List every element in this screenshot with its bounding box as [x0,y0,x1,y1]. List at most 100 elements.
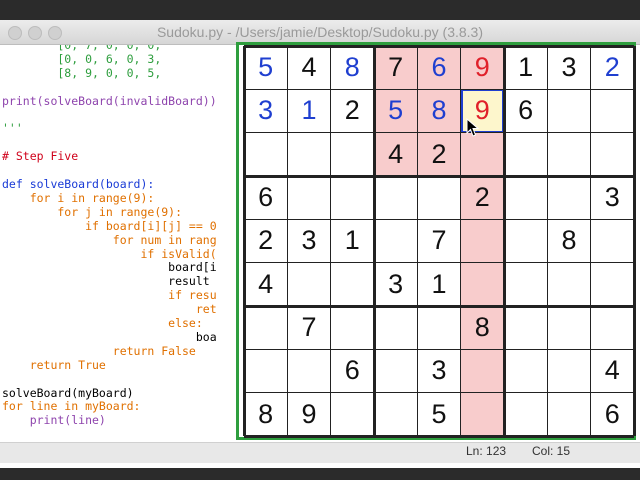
sudoku-cell[interactable] [460,392,504,436]
sudoku-cell[interactable]: 2 [460,176,504,220]
sudoku-cell[interactable]: 3 [417,349,461,393]
grid-line [244,174,634,178]
sudoku-cell[interactable]: 9 [287,392,331,436]
sudoku-cell[interactable] [547,349,591,393]
grid-line [242,46,246,436]
sudoku-cell[interactable]: 4 [287,46,331,90]
sudoku-cell[interactable] [287,132,331,176]
sudoku-cell[interactable] [330,306,374,350]
sudoku-cell[interactable]: 8 [460,306,504,350]
code-line: board[i [2,260,217,275]
sudoku-cell[interactable] [330,392,374,436]
code-line: ''' [2,121,23,136]
sudoku-cell[interactable] [244,349,288,393]
status-bar: Ln: 123 Col: 15 [0,442,640,463]
sudoku-cell[interactable] [590,306,634,350]
sudoku-cell[interactable] [504,176,548,220]
sudoku-cell[interactable]: 2 [330,89,374,133]
sudoku-cell[interactable]: 7 [374,46,418,90]
code-line: return True [2,357,106,372]
sudoku-cell[interactable]: 5 [244,46,288,90]
sudoku-cell[interactable]: 3 [244,89,288,133]
sudoku-cell[interactable]: 6 [330,349,374,393]
sudoku-cell[interactable] [330,262,374,306]
sudoku-cell[interactable] [504,219,548,263]
sudoku-cell[interactable] [504,306,548,350]
grid-line [460,46,462,436]
sudoku-cell[interactable]: 6 [590,392,634,436]
sudoku-cell[interactable] [417,176,461,220]
sudoku-cell[interactable]: 8 [547,219,591,263]
sudoku-cell[interactable] [287,349,331,393]
sudoku-cell[interactable] [547,306,591,350]
status-column: Col: 15 [532,444,571,458]
grid-line [502,46,506,436]
sudoku-cell[interactable] [547,392,591,436]
sudoku-cell[interactable]: 1 [417,262,461,306]
sudoku-cell[interactable] [547,262,591,306]
sudoku-cell[interactable]: 3 [374,262,418,306]
sudoku-cell[interactable]: 3 [287,219,331,263]
sudoku-grid[interactable]: 54876913231258964262323178431786348956 [242,44,636,438]
sudoku-cell[interactable] [330,132,374,176]
sudoku-cell[interactable]: 2 [417,132,461,176]
sudoku-cell[interactable] [244,132,288,176]
sudoku-cell[interactable] [590,262,634,306]
sudoku-cell[interactable] [590,219,634,263]
sudoku-cell[interactable]: 3 [590,176,634,220]
sudoku-cell[interactable]: 6 [417,46,461,90]
sudoku-cell[interactable]: 9 [460,46,504,90]
grid-line [632,46,636,436]
code-line: for j in range(9): [2,204,183,219]
sudoku-cell[interactable] [504,392,548,436]
code-line: if isValid( [2,246,217,261]
sudoku-cell[interactable] [547,89,591,133]
sudoku-cell[interactable]: 7 [287,306,331,350]
code-line: return False [2,343,196,358]
sudoku-cell[interactable] [590,132,634,176]
sudoku-cell[interactable] [504,349,548,393]
sudoku-cell[interactable]: 8 [417,89,461,133]
sudoku-cell[interactable] [590,89,634,133]
sudoku-cell[interactable]: 1 [287,89,331,133]
sudoku-cell[interactable]: 6 [504,89,548,133]
sudoku-cell[interactable] [460,219,504,263]
sudoku-cell[interactable]: 6 [244,176,288,220]
status-line: Ln: 123 [466,444,507,458]
grid-line [244,392,634,394]
sudoku-cell[interactable] [374,219,418,263]
sudoku-cell[interactable] [374,349,418,393]
sudoku-cell[interactable] [287,262,331,306]
sudoku-cell[interactable] [460,349,504,393]
sudoku-cell[interactable] [547,176,591,220]
sudoku-cell[interactable]: 7 [417,219,461,263]
sudoku-cell[interactable] [287,176,331,220]
sudoku-cell[interactable] [417,306,461,350]
sudoku-cell[interactable] [244,306,288,350]
sudoku-cell[interactable]: 8 [244,392,288,436]
sudoku-cell[interactable]: 3 [547,46,591,90]
code-editor[interactable]: [0, 7, 0, 0, 0, [0, 0, 6, 0, 3, [8, 9, 0… [0,45,240,442]
sudoku-cell[interactable]: 8 [330,46,374,90]
sudoku-cell[interactable] [460,262,504,306]
sudoku-cell[interactable] [374,392,418,436]
sudoku-cell[interactable]: 1 [330,219,374,263]
sudoku-cell[interactable]: 5 [417,392,461,436]
grid-line [244,44,634,48]
sudoku-cell[interactable]: 2 [590,46,634,90]
sudoku-cell[interactable]: 1 [504,46,548,90]
sudoku-cell[interactable] [547,132,591,176]
sudoku-cell[interactable]: 4 [590,349,634,393]
sudoku-cell[interactable] [330,176,374,220]
code-line: boa [2,329,217,344]
sudoku-cell[interactable] [460,132,504,176]
sudoku-cell[interactable] [374,306,418,350]
sudoku-cell[interactable] [374,176,418,220]
sudoku-cell[interactable]: 2 [244,219,288,263]
sudoku-cell[interactable]: 5 [374,89,418,133]
sudoku-cell[interactable] [504,132,548,176]
grid-line [590,46,592,436]
sudoku-cell[interactable]: 4 [244,262,288,306]
sudoku-cell[interactable]: 4 [374,132,418,176]
sudoku-cell[interactable] [504,262,548,306]
